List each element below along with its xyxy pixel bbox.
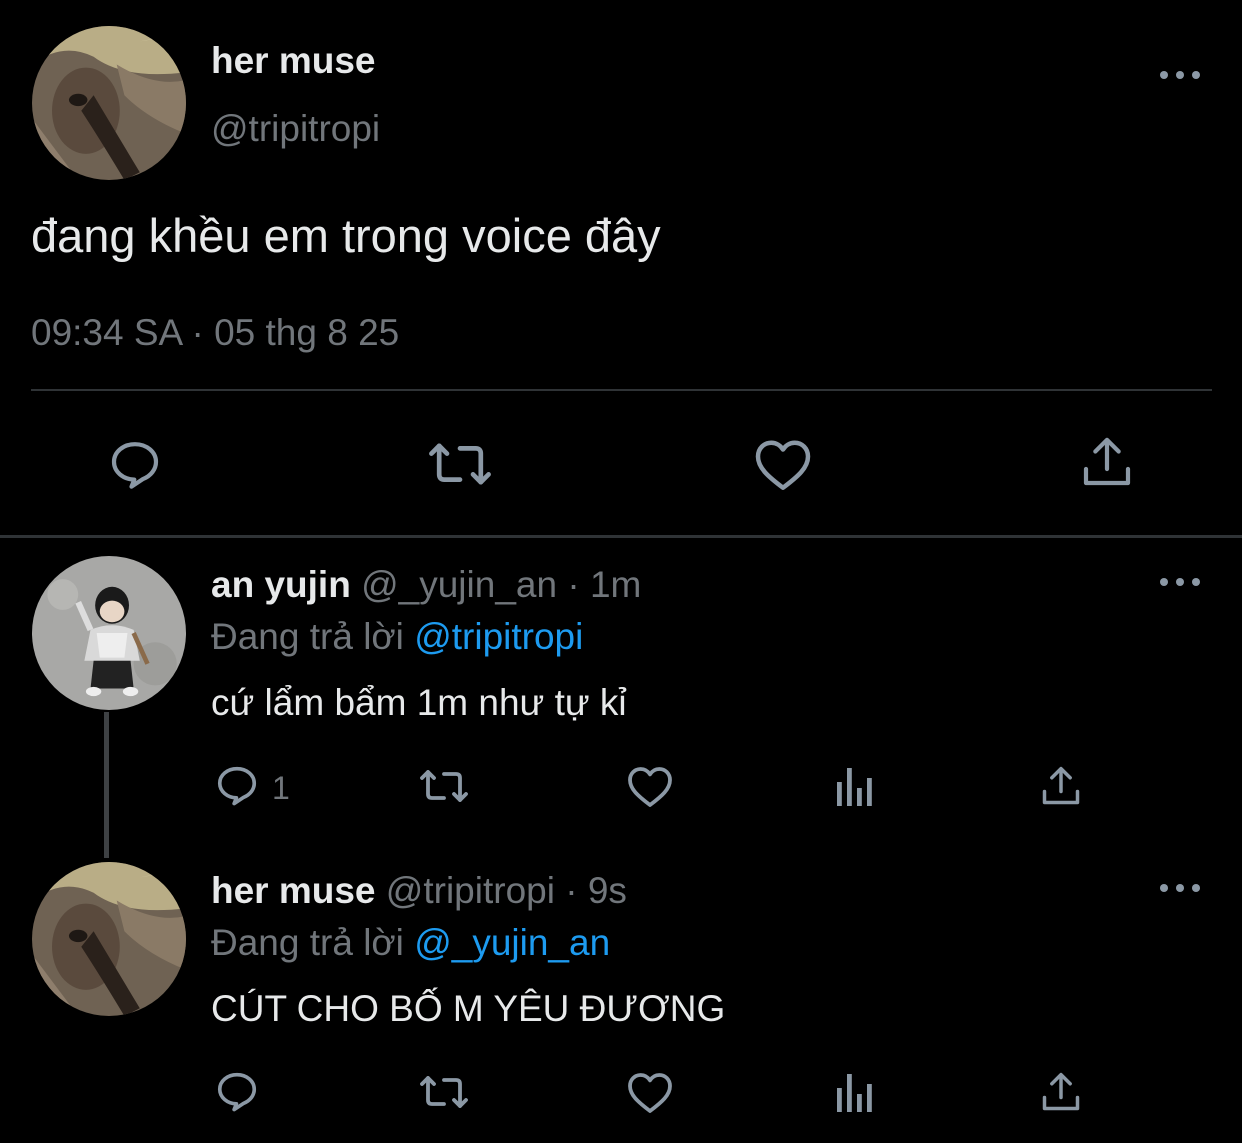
reply-header: her muse @tripitropi · 9s [211, 870, 627, 912]
tweet-thread-page: her muse @tripitropi đang khều em trong … [0, 0, 1242, 1143]
share-icon[interactable] [1040, 1070, 1082, 1114]
avatar[interactable] [32, 556, 186, 710]
views-icon[interactable] [834, 764, 876, 808]
reply-time: · 1m [567, 564, 642, 605]
avatar[interactable] [32, 26, 186, 180]
more-options-icon[interactable] [1160, 69, 1200, 81]
replying-to: Đang trả lời @_yujin_an [211, 922, 610, 964]
retweet-icon[interactable] [417, 766, 471, 806]
views-icon[interactable] [834, 1070, 876, 1114]
divider [31, 389, 1212, 391]
author-handle[interactable]: @tripitropi [211, 108, 380, 150]
more-options-icon[interactable] [1160, 576, 1200, 588]
section-divider [0, 535, 1242, 538]
reply-icon[interactable] [106, 436, 164, 492]
author-handle[interactable]: @tripitropi [386, 870, 555, 911]
reply-text: CÚT CHO BỐ M YÊU ĐƯƠNG [211, 988, 726, 1029]
avatar-photo [32, 862, 186, 1016]
main-tweet[interactable]: her muse @tripitropi đang khều em trong … [0, 0, 1242, 535]
share-icon[interactable] [1080, 434, 1134, 490]
tweet-text: đang khều em trong voice đây [31, 209, 661, 262]
author-name[interactable]: an yujin [211, 564, 351, 605]
mention-link[interactable]: @tripitropi [414, 616, 583, 657]
like-icon[interactable] [753, 436, 813, 492]
mention-link[interactable]: @_yujin_an [414, 922, 610, 963]
like-icon[interactable] [626, 764, 674, 808]
share-icon[interactable] [1040, 764, 1082, 808]
thread-connector-line [104, 712, 109, 858]
reply-count: 1 [272, 770, 290, 806]
author-name[interactable]: her muse [211, 40, 376, 82]
like-icon[interactable] [626, 1070, 674, 1114]
replying-to: Đang trả lời @tripitropi [211, 616, 583, 658]
replying-label: Đang trả lời [211, 922, 404, 963]
author-handle[interactable]: @_yujin_an [361, 564, 557, 605]
tweet-timestamp[interactable]: 09:34 SA · 05 thg 8 25 [31, 312, 399, 354]
replying-label: Đang trả lời [211, 616, 404, 657]
avatar[interactable] [32, 862, 186, 1016]
reply-header: an yujin @_yujin_an · 1m [211, 564, 641, 606]
retweet-icon[interactable] [426, 438, 494, 490]
retweet-icon[interactable] [417, 1072, 471, 1112]
reply-icon[interactable] [214, 762, 260, 808]
avatar-photo [32, 26, 186, 180]
reply-time: · 9s [565, 870, 627, 911]
more-options-icon[interactable] [1160, 882, 1200, 894]
avatar-photo [32, 556, 186, 710]
author-name[interactable]: her muse [211, 870, 376, 911]
reply-icon[interactable] [214, 1068, 260, 1114]
reply-text: cứ lẩm bẩm 1m như tự kỉ [211, 682, 627, 723]
